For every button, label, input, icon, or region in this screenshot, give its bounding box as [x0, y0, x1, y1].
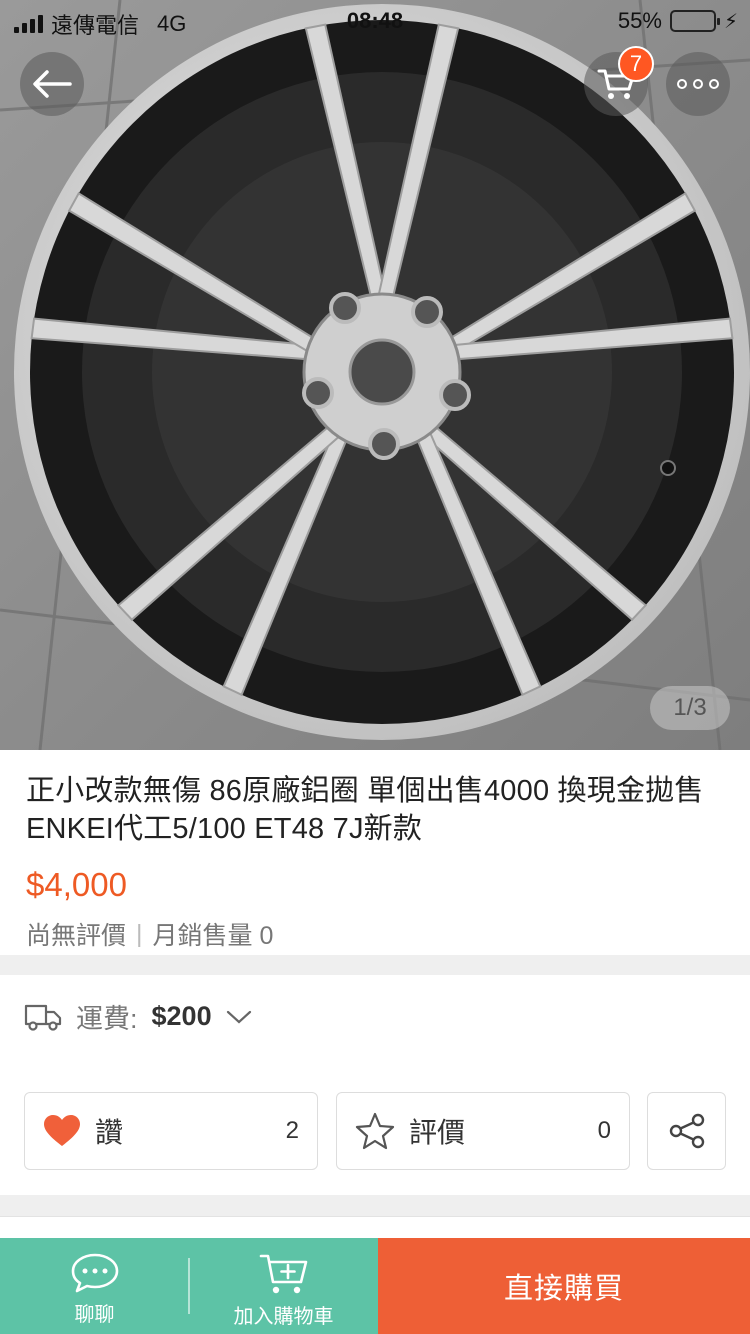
star-icon	[355, 1112, 395, 1150]
cart-count-badge: 7	[618, 46, 654, 82]
shipping-value: $200	[151, 1001, 212, 1031]
chevron-down-icon	[226, 1010, 251, 1023]
buy-now-button[interactable]: 直接購買	[378, 1238, 750, 1334]
arrow-left-icon	[33, 70, 72, 98]
share-icon	[669, 1113, 704, 1149]
rating-count: 0	[597, 1117, 611, 1144]
like-label: 讚	[95, 1117, 124, 1148]
next-section-edge	[0, 1216, 750, 1240]
back-button[interactable]	[20, 52, 84, 116]
shipping-label: 運費:	[76, 1004, 138, 1034]
meta-separator: |	[136, 919, 143, 948]
cart-button[interactable]: 7	[584, 46, 654, 116]
product-meta: 尚無評價 | 月銷售量 0	[26, 916, 724, 952]
like-count: 2	[285, 1117, 299, 1144]
charging-icon: ⚡	[723, 10, 738, 33]
image-pager: 1/3	[650, 686, 730, 730]
monthly-sales: 月銷售量 0	[152, 922, 274, 950]
battery-percent: 55%	[617, 8, 662, 33]
cart-plus-icon	[259, 1254, 307, 1294]
alloy-wheel-photo	[0, 0, 750, 750]
bottom-left-group: 聊聊 加入購物車	[0, 1238, 378, 1334]
rating-text: 尚無評價	[26, 922, 127, 950]
status-bar: 遠傳電信 4G 08:48 55% ⚡	[0, 0, 750, 40]
more-dots-icon	[677, 79, 719, 89]
product-info: 正小改款無傷 86原廠鋁圈 單個出售4000 換現金拋售 ENKEI代工5/10…	[0, 750, 750, 955]
add-to-cart-label: 加入購物車	[233, 1306, 334, 1328]
more-button[interactable]	[666, 52, 730, 116]
bottom-divider	[188, 1258, 190, 1314]
rating-button[interactable]: 評價 0	[336, 1092, 630, 1170]
rating-label: 評價	[409, 1117, 466, 1148]
add-to-cart-button[interactable]: 加入購物車	[189, 1238, 378, 1334]
battery-status: 55% ⚡	[618, 8, 738, 34]
chat-button[interactable]: 聊聊	[0, 1238, 189, 1334]
chat-bubble-icon	[71, 1253, 118, 1293]
like-button[interactable]: 讚 2	[24, 1092, 318, 1170]
truck-icon	[24, 1004, 62, 1031]
product-title: 正小改款無傷 86原廠鋁圈 單個出售4000 換現金拋售 ENKEI代工5/10…	[26, 775, 704, 845]
product-image-gallery[interactable]: 遠傳電信 4G 08:48 55% ⚡ 7 1/3	[0, 0, 750, 750]
battery-icon	[669, 10, 720, 32]
heart-icon	[44, 1115, 80, 1146]
product-price: $4,000	[26, 866, 127, 903]
bottom-action-bar: 聊聊 加入購物車 直接購買	[0, 1238, 750, 1334]
shipping-section: 運費: $200 讚 2 評價 0	[0, 975, 750, 1195]
shipping-fee-row[interactable]: 運費: $200	[24, 997, 252, 1036]
chat-label: 聊聊	[74, 1304, 115, 1326]
share-button[interactable]	[647, 1092, 726, 1170]
